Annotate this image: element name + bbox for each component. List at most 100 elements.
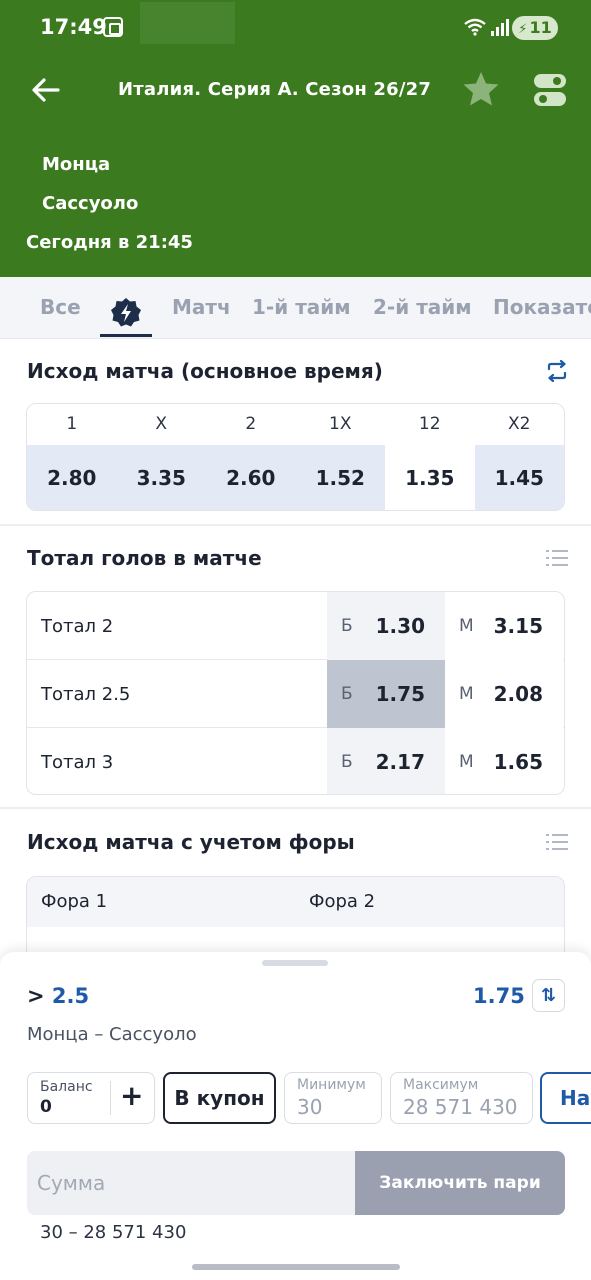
status-blur [140, 2, 235, 44]
outcome-odds[interactable]: 1.52 [295, 445, 385, 510]
favorite-star-icon[interactable] [460, 68, 502, 110]
over-odds-cell-selected[interactable]: Б 1.75 [327, 660, 445, 728]
selected-outcome-value: 2.5 [51, 984, 90, 1008]
match-header: 17:49 ⚡ 11 Италия. Серия А. Сезон 26/27 М… [0, 0, 591, 277]
balance-label: Баланс [40, 1079, 93, 1095]
selected-match: Монца – Сассуоло [27, 1024, 197, 1045]
outcome-label: X2 [474, 404, 564, 445]
outcome-cell-2[interactable]: 2 2.60 [206, 404, 296, 510]
section-divider [0, 807, 591, 809]
amount-input[interactable] [27, 1151, 355, 1215]
outcome-grid: 1 2.80 X 3.35 2 2.60 1X 1.52 12 1.35 X2 … [26, 403, 565, 511]
list-view-icon[interactable] [546, 550, 568, 568]
amount-field[interactable] [27, 1151, 355, 1215]
place-bet-button[interactable]: Заключить пари [355, 1151, 565, 1215]
status-time: 17:49 [40, 15, 107, 39]
signal-icon [491, 18, 509, 36]
outcome-cell-1[interactable]: 1 2.80 [27, 404, 117, 510]
outcome-odds[interactable]: 2.80 [27, 445, 117, 510]
outcome-label: 2 [206, 404, 296, 445]
selected-outcome: > 2.5 [27, 984, 89, 1008]
totals-row: Тотал 3 Б 2.17 М 1.65 [27, 728, 564, 794]
handicap-title: Исход матча с учетом форы [27, 830, 355, 854]
wifi-icon [464, 18, 486, 36]
outcome-odds[interactable]: 3.35 [116, 445, 206, 510]
balance-box: Баланс 0 + [27, 1072, 155, 1124]
outcome-label: X [116, 404, 206, 445]
tab-all[interactable]: Все [40, 295, 81, 319]
market-tabs: Все Матч 1-й тайм 2-й тайм Показате [0, 277, 591, 339]
outcome-title: Исход матча (основное время) [27, 359, 383, 383]
handicap-col-1: Фора 1 [41, 891, 108, 912]
outcome-odds[interactable]: 1.45 [474, 445, 564, 510]
outcome-cell-x2[interactable]: X2 1.45 [474, 404, 564, 510]
team-away: Сассуоло [42, 193, 139, 214]
home-indicator[interactable] [192, 1264, 400, 1270]
outcome-cell-1x[interactable]: 1X 1.52 [295, 404, 385, 510]
odds-change-icon[interactable]: ⇅ [532, 979, 565, 1012]
balance-value: 0 [40, 1097, 52, 1117]
charging-icon: ⚡ [518, 22, 528, 37]
battery-level: 11 [529, 18, 552, 37]
under-key: М [459, 684, 474, 704]
outcome-odds[interactable]: 1.35 [385, 445, 475, 510]
over-key: Б [341, 752, 353, 772]
under-odds-cell[interactable]: М 1.65 [445, 728, 563, 794]
outcome-cell-12[interactable]: 12 1.35 [385, 404, 475, 510]
outcome-cell-x[interactable]: X 3.35 [116, 404, 206, 510]
under-odds: 2.08 [493, 682, 543, 706]
league-title: Италия. Серия А. Сезон 26/27 [118, 79, 432, 100]
section-divider [0, 524, 591, 526]
totals-row: Тотал 2 Б 1.30 М 3.15 [27, 592, 564, 660]
total-line-label: Тотал 3 [41, 752, 114, 773]
team-home: Монца [42, 154, 111, 175]
selected-outcome-prefix: > [27, 984, 45, 1008]
tab-popular-lightning-icon[interactable] [100, 287, 152, 339]
list-view-icon[interactable] [546, 834, 568, 852]
under-odds: 1.65 [493, 750, 543, 774]
under-odds-cell[interactable]: М 2.08 [445, 660, 563, 728]
tab-first-half[interactable]: 1-й тайм [252, 295, 351, 319]
over-odds: 1.75 [375, 682, 425, 706]
total-line-label: Тотал 2.5 [41, 684, 131, 705]
over-odds: 2.17 [375, 750, 425, 774]
outcome-label: 12 [385, 404, 475, 445]
active-tab-indicator [100, 334, 152, 337]
max-stake-button[interactable]: Максимум 28 571 430 [390, 1072, 533, 1124]
totals-row: Тотал 2.5 Б 1.75 М 2.08 [27, 660, 564, 728]
handicap-col-2: Фора 2 [309, 891, 376, 912]
over-odds-cell[interactable]: Б 2.17 [327, 728, 445, 794]
divider [110, 1081, 111, 1115]
add-funds-plus-icon[interactable]: + [120, 1079, 143, 1112]
over-odds-cell[interactable]: Б 1.30 [327, 592, 445, 660]
selected-odds: 1.75 [473, 984, 525, 1008]
over-key: Б [341, 684, 353, 704]
under-odds-cell[interactable]: М 3.15 [445, 592, 563, 660]
toggle-settings-icon[interactable] [532, 72, 568, 108]
tab-stats[interactable]: Показате [493, 295, 591, 319]
max-label: Максимум [403, 1077, 479, 1093]
under-key: М [459, 752, 474, 772]
bet-slip-sheet: > 2.5 1.75 ⇅ Монца – Сассуоло Баланс 0 +… [0, 952, 591, 1280]
outcome-odds[interactable]: 2.60 [206, 445, 296, 510]
battery-indicator: ⚡ 11 [512, 16, 558, 40]
back-arrow-icon[interactable] [26, 70, 66, 110]
total-line-label: Тотал 2 [41, 616, 114, 637]
handicap-header: Фора 1 Фора 2 [27, 877, 564, 927]
swap-direction-icon[interactable] [545, 360, 569, 382]
status-bar: 17:49 ⚡ 11 [0, 0, 591, 56]
settings-button[interactable]: Нас [540, 1072, 591, 1124]
min-stake-button[interactable]: Минимум 30 [284, 1072, 382, 1124]
stake-range: 30 – 28 571 430 [40, 1222, 187, 1243]
sheet-drag-handle[interactable] [262, 960, 328, 966]
screen-record-icon [103, 17, 123, 37]
totals-title: Тотал голов в матче [27, 546, 262, 570]
tab-match[interactable]: Матч [172, 295, 231, 319]
tab-second-half[interactable]: 2-й тайм [373, 295, 472, 319]
min-label: Минимум [297, 1077, 366, 1093]
to-coupon-button[interactable]: В купон [163, 1072, 276, 1124]
over-odds: 1.30 [375, 614, 425, 638]
under-key: М [459, 616, 474, 636]
outcome-label: 1 [27, 404, 117, 445]
totals-table: Тотал 2 Б 1.30 М 3.15 Тотал 2.5 Б 1.75 М… [26, 591, 565, 795]
